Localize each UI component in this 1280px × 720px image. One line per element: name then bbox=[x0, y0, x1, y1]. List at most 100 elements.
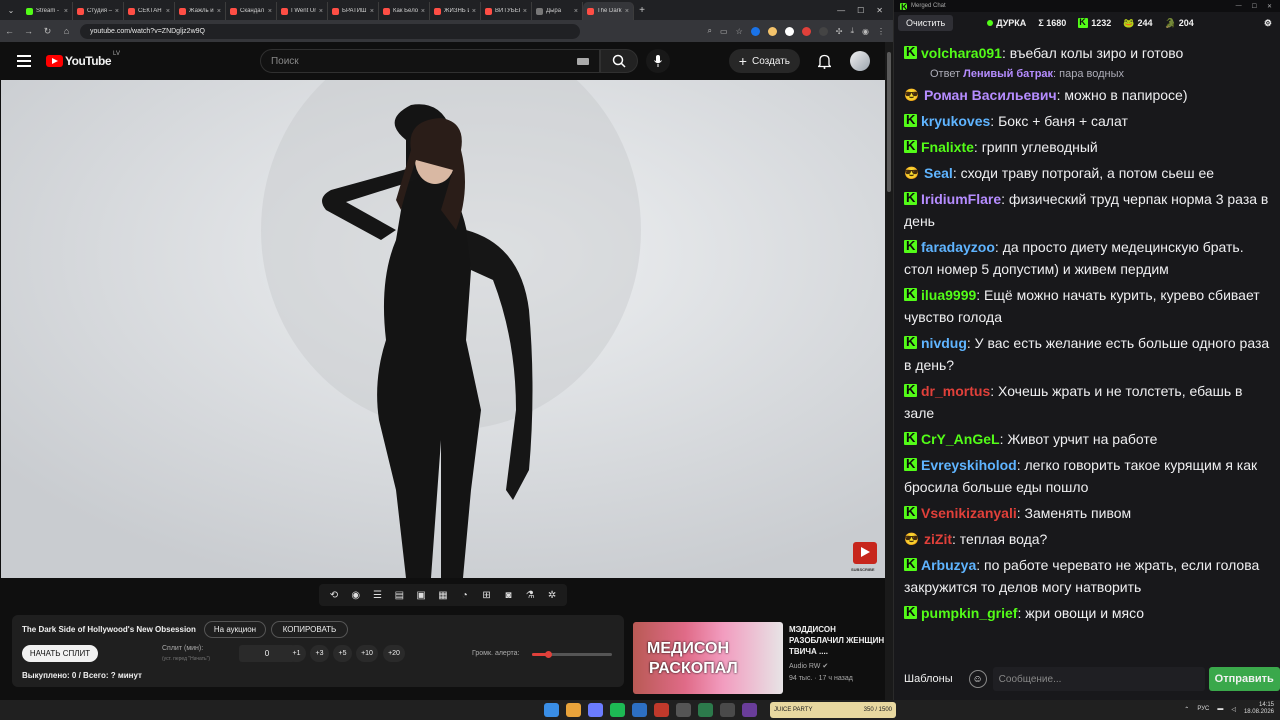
chat-message[interactable]: kryukoves: Бокс + баня + салат bbox=[904, 108, 1271, 134]
add-box-icon[interactable]: ⊞ bbox=[480, 588, 494, 602]
browser-tab[interactable]: I Went Un × bbox=[277, 2, 328, 20]
extension-icon[interactable] bbox=[750, 26, 760, 36]
templates-button[interactable]: Шаблоны bbox=[904, 673, 953, 685]
auction-button[interactable]: На аукцион bbox=[204, 621, 266, 638]
alert-volume-knob[interactable] bbox=[545, 651, 552, 658]
chat-username[interactable]: nivdug bbox=[921, 335, 967, 351]
chat-username[interactable]: IridiumFlare bbox=[921, 191, 1001, 207]
chat-message[interactable]: dr_mortus: Хочешь жрать и не толстеть, е… bbox=[904, 378, 1271, 426]
chat-username[interactable]: Seal bbox=[924, 165, 953, 181]
tab-close-icon[interactable]: × bbox=[421, 8, 425, 15]
back-icon[interactable]: ← bbox=[0, 26, 19, 36]
extension-icon[interactable] bbox=[818, 26, 828, 36]
tab-close-icon[interactable]: × bbox=[370, 8, 374, 15]
settings-gear-icon[interactable]: ✲ bbox=[545, 588, 559, 602]
page-scrollbar[interactable] bbox=[885, 42, 893, 700]
flask-icon[interactable]: ⚗ bbox=[523, 588, 537, 602]
language-indicator[interactable]: РУС bbox=[1197, 706, 1209, 712]
steam-icon[interactable] bbox=[632, 703, 647, 717]
spotify-icon[interactable] bbox=[610, 703, 625, 717]
chat-message[interactable]: Fnalixte: грипп углеводный bbox=[904, 134, 1271, 160]
film-icon[interactable]: ▦ bbox=[436, 588, 450, 602]
minimize-icon[interactable]: — bbox=[1236, 3, 1242, 10]
browser-tab[interactable]: СЕКТАНТЫ× bbox=[124, 2, 175, 20]
increment-button-1[interactable]: +1 bbox=[287, 645, 306, 662]
cast-icon[interactable]: ▭ bbox=[720, 27, 728, 36]
volume-icon[interactable]: ◁ bbox=[1231, 706, 1236, 713]
app-icon[interactable] bbox=[654, 703, 669, 717]
browser-tab[interactable]: Как Белор× bbox=[379, 2, 430, 20]
browser-tab[interactable]: Скандал с× bbox=[226, 2, 277, 20]
chat-username[interactable]: ilua9999 bbox=[921, 287, 976, 303]
chat-message[interactable]: pumpkin_grief: жри овощи и мясо bbox=[904, 600, 1271, 626]
tab-close-icon[interactable]: × bbox=[625, 8, 629, 15]
voice-search-button[interactable] bbox=[645, 49, 670, 73]
keyboard-icon[interactable] bbox=[576, 57, 589, 65]
tab-close-icon[interactable]: × bbox=[115, 8, 119, 15]
chat-username[interactable]: Arbuzya bbox=[921, 557, 976, 573]
clock[interactable]: 14:15 18.08.2026 bbox=[1244, 702, 1274, 716]
bookmark-star-icon[interactable]: ☆ bbox=[736, 27, 743, 36]
start-split-button[interactable]: НАЧАТЬ СПЛИТ bbox=[22, 645, 98, 662]
chrome-icon[interactable] bbox=[566, 703, 581, 717]
puzzle-icon[interactable]: ✣ bbox=[836, 27, 843, 36]
increment-button-20[interactable]: +20 bbox=[383, 645, 405, 662]
browser-tab[interactable]: Жажль и × bbox=[175, 2, 226, 20]
browser-tab[interactable]: The Dark × bbox=[583, 2, 634, 20]
tab-close-icon[interactable]: × bbox=[217, 8, 221, 15]
extension-icon[interactable] bbox=[767, 26, 777, 36]
chat-message[interactable]: nivdug: У вас есть желание есть больше о… bbox=[904, 330, 1271, 378]
reply-username[interactable]: Ленивый батрак bbox=[963, 68, 1053, 80]
tab-close-icon[interactable]: × bbox=[319, 8, 323, 15]
chat-username[interactable]: Роман Васильевич bbox=[924, 87, 1057, 103]
chat-message[interactable]: Evreyskiholod: легко говорить такое куря… bbox=[904, 452, 1271, 500]
scrollbar-thumb[interactable] bbox=[887, 52, 891, 192]
create-button[interactable]: + Создать bbox=[728, 49, 800, 73]
menu-icon[interactable] bbox=[17, 55, 31, 67]
tab-close-icon[interactable]: × bbox=[523, 8, 527, 15]
chat-username[interactable]: pumpkin_grief bbox=[921, 605, 1017, 621]
chat-username[interactable]: faradayzoo bbox=[921, 239, 995, 255]
emoji-icon[interactable]: ☺ bbox=[968, 670, 987, 688]
home-icon[interactable]: ⌂ bbox=[57, 26, 76, 36]
chat-message[interactable]: faradayzoo: да просто диету медецинскую … bbox=[904, 234, 1271, 282]
search-input[interactable]: Поиск bbox=[259, 49, 600, 73]
chat-username[interactable]: volchara091 bbox=[921, 45, 1002, 61]
subscribe-watermark[interactable]: SUBSCRIBE bbox=[851, 542, 877, 572]
recommended-video[interactable]: МЕДИСОН РАСКОПАЛ МЭДДИСОН РАЗОБЛАЧИЛ ЖЕН… bbox=[633, 622, 885, 694]
copy-button[interactable]: КОПИРОВАТЬ bbox=[271, 621, 348, 638]
download-icon[interactable]: ⤓ bbox=[850, 26, 854, 36]
chat-message[interactable]: ziZit: теплая вода? bbox=[904, 526, 1271, 552]
maximize-icon[interactable]: ☐ bbox=[1252, 3, 1257, 10]
maximize-icon[interactable]: ☐ bbox=[857, 6, 864, 15]
recommended-title[interactable]: МЭДДИСОН РАЗОБЛАЧИЛ ЖЕНЩИН ТВИЧА .... bbox=[789, 624, 885, 657]
notifications-button[interactable] bbox=[816, 53, 832, 69]
increment-button-10[interactable]: +10 bbox=[356, 645, 378, 662]
new-tab-icon[interactable]: + bbox=[634, 5, 650, 16]
tab-close-icon[interactable]: × bbox=[268, 8, 272, 15]
extension-icon[interactable] bbox=[784, 26, 794, 36]
app-icon[interactable] bbox=[742, 703, 757, 717]
tab-close-icon[interactable]: × bbox=[166, 8, 170, 15]
chat-username[interactable]: Vsenikizanyali bbox=[921, 505, 1017, 521]
camera-icon[interactable]: ◙ bbox=[501, 588, 515, 602]
playlist-icon[interactable]: ☰ bbox=[371, 588, 385, 602]
message-input[interactable]: Сообщение... bbox=[992, 667, 1205, 691]
clapper-icon[interactable]: ▤ bbox=[392, 588, 406, 602]
extension-icon[interactable] bbox=[801, 26, 811, 36]
chat-message[interactable]: ilua9999: Ещё можно начать курить, курев… bbox=[904, 282, 1271, 330]
zoom-icon[interactable]: ⌕ bbox=[708, 26, 712, 36]
chat-username[interactable]: CrY_AnGeL bbox=[921, 431, 1000, 447]
chat-message[interactable]: volchara091: въебал колы зиро и готово bbox=[904, 40, 1271, 66]
tab-search-icon[interactable]: ⌄ bbox=[0, 0, 22, 20]
app-icon[interactable] bbox=[720, 703, 735, 717]
youtube-logo[interactable]: YouTube LV bbox=[46, 51, 120, 68]
chat-message[interactable]: Vsenikizanyali: Заменять пивом bbox=[904, 500, 1271, 526]
reload-icon[interactable]: ↻ bbox=[38, 26, 57, 37]
video-player[interactable]: SUBSCRIBE bbox=[1, 80, 885, 578]
chat-message[interactable]: Seal: сходи траву потрогай, а потом сьеш… bbox=[904, 160, 1271, 186]
menu-dots-icon[interactable]: ⋮ bbox=[877, 27, 885, 36]
start-icon[interactable] bbox=[544, 703, 559, 717]
chat-username[interactable]: ziZit bbox=[924, 531, 952, 547]
taskbar-widget[interactable]: JUICE PARTY 350 / 1500 bbox=[770, 702, 896, 718]
